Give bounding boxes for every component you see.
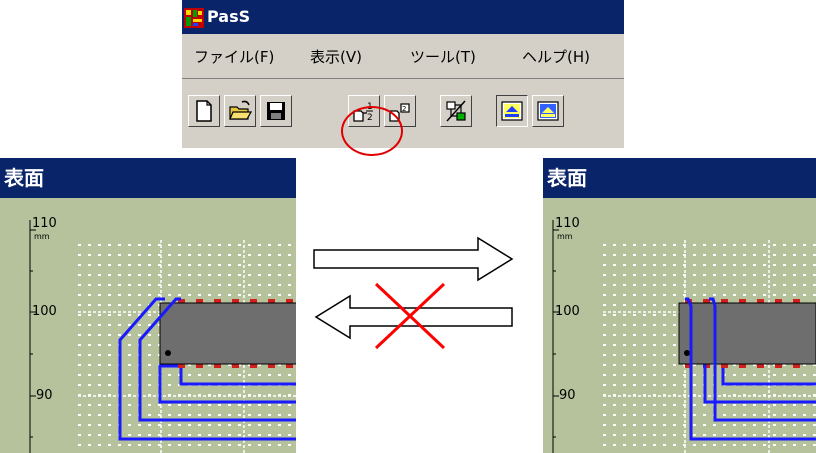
menu-view[interactable]: 表示(V)	[310, 46, 362, 67]
tick-90: 90	[559, 388, 576, 403]
svg-text:2: 2	[402, 105, 406, 113]
menu-bar: ファイル(F) 表示(V) ツール(T) ヘルプ(H)	[182, 34, 624, 79]
highlight-circle	[341, 106, 403, 156]
menu-tools[interactable]: ツール(T)	[410, 46, 476, 67]
app-icon	[184, 8, 204, 28]
toolbar: 1 2 2	[182, 79, 624, 148]
tick-110: 110	[32, 216, 57, 231]
menu-file[interactable]: ファイル(F)	[194, 46, 274, 67]
menu-help[interactable]: ヘルプ(H)	[522, 46, 590, 67]
view-bottom-button[interactable]	[532, 95, 564, 127]
tick-100: 100	[32, 304, 57, 319]
new-file-icon	[196, 100, 212, 122]
view-top-button[interactable]	[496, 95, 528, 127]
panel-title: 表面	[543, 158, 816, 198]
title-bar: PasS	[182, 0, 624, 34]
tick-unit: mm	[34, 232, 50, 241]
tick-100: 100	[555, 304, 580, 319]
save-button[interactable]	[260, 95, 292, 127]
view-top-icon	[501, 101, 523, 121]
tick-unit: mm	[557, 232, 573, 241]
panel-before: 表面 110 mm 100 90	[0, 158, 296, 453]
open-button[interactable]	[224, 95, 256, 127]
panel-title: 表面	[0, 158, 296, 198]
arrow-right	[313, 236, 514, 282]
new-button[interactable]	[188, 95, 220, 127]
arrow-left	[314, 294, 513, 340]
open-folder-icon	[229, 100, 252, 120]
conversion-arrows	[313, 236, 514, 350]
tick-110: 110	[555, 216, 580, 231]
view-bottom-icon	[537, 101, 559, 121]
app-window: PasS ファイル(F) 表示(V) ツール(T) ヘルプ(H) 1 2 2	[182, 0, 624, 148]
network-icon	[446, 100, 466, 122]
save-disk-icon	[267, 102, 285, 120]
app-title: PasS	[207, 7, 251, 26]
network-button[interactable]	[440, 95, 472, 127]
ruler-and-board	[552, 220, 816, 453]
panel-after: 表面 110 mm 100 90	[543, 158, 816, 453]
tick-90: 90	[36, 388, 53, 403]
